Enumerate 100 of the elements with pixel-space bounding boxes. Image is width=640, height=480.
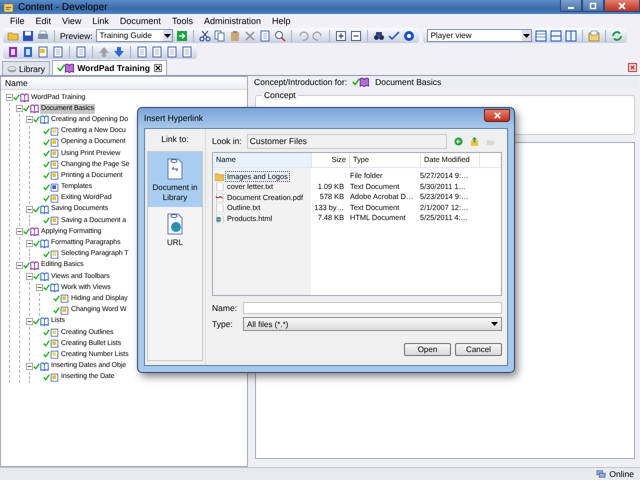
book-icon: [40, 238, 49, 248]
page-icon[interactable]: [75, 46, 87, 58]
checked-book-icon: [351, 77, 372, 87]
menu-item[interactable]: Help: [272, 16, 290, 26]
back-icon[interactable]: [454, 136, 463, 146]
view-dropdown[interactable]: Player view: [426, 29, 532, 42]
minimize-icon: [568, 6, 574, 8]
collapse-icon[interactable]: [26, 116, 33, 124]
type-dropdown[interactable]: All files (*.*): [243, 317, 502, 331]
book-icon[interactable]: [22, 46, 34, 58]
link-target[interactable]: URL: [148, 207, 202, 252]
window-title: Content - Developer: [18, 2, 108, 12]
collapse-icon[interactable]: [16, 228, 23, 236]
document-icon: [50, 372, 59, 382]
book-icon: [30, 260, 39, 270]
menu-item[interactable]: Tools: [172, 16, 193, 26]
network-icon: [596, 469, 606, 479]
preview-label: Preview:: [60, 30, 93, 40]
drive-icon: [7, 64, 17, 74]
caret-icon: [491, 322, 498, 326]
delete-icon[interactable]: [244, 30, 256, 42]
page-icon[interactable]: [136, 46, 148, 58]
close-icon: [617, 0, 627, 10]
book-icon: [30, 104, 39, 114]
paste-icon[interactable]: [228, 30, 241, 42]
caret-icon: [164, 34, 171, 38]
column-header[interactable]: Name: [1, 77, 247, 90]
copy-icon[interactable]: [214, 30, 226, 42]
scissors-icon[interactable]: [198, 30, 211, 42]
page-icon[interactable]: [151, 46, 163, 58]
layout-icon[interactable]: [564, 30, 577, 42]
menu-item[interactable]: Link: [92, 16, 109, 26]
page-icon[interactable]: [258, 30, 271, 42]
tab[interactable]: WordPad Training: [52, 60, 167, 75]
collapse-icon[interactable]: [26, 318, 33, 325]
tab[interactable]: Library: [2, 61, 50, 75]
close-button[interactable]: [604, 0, 640, 12]
menu-item[interactable]: Edit: [36, 16, 52, 26]
layout-icon[interactable]: [550, 30, 562, 42]
refresh-icon[interactable]: [610, 30, 623, 42]
collapse-icon[interactable]: [16, 262, 23, 269]
collapse-icon[interactable]: [26, 240, 33, 247]
preview-dropdown[interactable]: Training Guide: [96, 29, 173, 42]
details-label: Concept/Introduction for:: [254, 77, 348, 87]
collapse-icon[interactable]: [6, 94, 13, 102]
collapse-icon[interactable]: [26, 273, 33, 280]
play-icon[interactable]: [176, 30, 188, 42]
details-item: Document Basics: [375, 77, 442, 87]
properties-icon[interactable]: [588, 30, 600, 42]
down-arrow-icon[interactable]: [113, 46, 125, 58]
search-icon[interactable]: [274, 30, 286, 42]
caret-icon: [522, 34, 530, 38]
book-icon: [40, 204, 49, 214]
type-label: Type:: [212, 319, 234, 329]
folder-up-icon[interactable]: [470, 136, 479, 146]
collapse-icon[interactable]: [26, 362, 33, 370]
page-icon[interactable]: [52, 46, 64, 58]
link-document-icon: [165, 158, 185, 180]
dialog-button[interactable]: Cancel: [455, 343, 502, 356]
file-icon: [215, 203, 224, 212]
checked-book-icon: [56, 63, 76, 73]
binoculars-icon[interactable]: [372, 30, 385, 42]
book-icon[interactable]: [7, 46, 19, 58]
collapse-icon[interactable]: [26, 206, 33, 213]
close-button[interactable]: [484, 108, 510, 122]
book-icon: [50, 283, 59, 292]
name-field[interactable]: [243, 302, 502, 314]
menu-item[interactable]: Document: [120, 16, 161, 26]
name-label: Name:: [212, 303, 238, 313]
document-icon: [50, 216, 59, 226]
file-icon: [215, 182, 224, 192]
close-icon[interactable]: [154, 64, 162, 72]
book-icon: [20, 93, 29, 102]
menu-item[interactable]: View: [62, 16, 82, 26]
minimize-button[interactable]: [560, 0, 582, 12]
maximize-button[interactable]: [582, 0, 604, 12]
link-target[interactable]: Document in Library: [148, 152, 202, 207]
collapse-icon[interactable]: [16, 105, 23, 112]
expand-icon[interactable]: [334, 30, 347, 42]
link-to-label: Link to:: [161, 133, 189, 146]
help-icon[interactable]: [402, 30, 415, 42]
layout-icon[interactable]: [534, 30, 547, 42]
menu-item[interactable]: File: [10, 16, 25, 26]
dialog-button[interactable]: Open: [404, 343, 451, 356]
book-icon: [40, 115, 49, 124]
section-title: Concept: [262, 90, 298, 100]
check-icon[interactable]: [388, 30, 400, 42]
look-in-label: Look in:: [212, 136, 242, 146]
collapse-icon[interactable]: [36, 284, 43, 292]
printer-icon[interactable]: [37, 30, 49, 42]
document-icon[interactable]: [37, 46, 49, 58]
globe-document-icon: [165, 213, 185, 235]
dialog-title: Insert Hyperlink: [144, 113, 204, 123]
book-icon: [40, 362, 49, 371]
menu-item[interactable]: Administration: [204, 16, 261, 26]
look-in-dropdown[interactable]: Customer Files: [246, 134, 447, 148]
collapse-icon[interactable]: [350, 30, 362, 42]
page-icon[interactable]: [181, 46, 193, 58]
page-icon[interactable]: [166, 46, 178, 58]
save-icon[interactable]: [22, 30, 34, 42]
